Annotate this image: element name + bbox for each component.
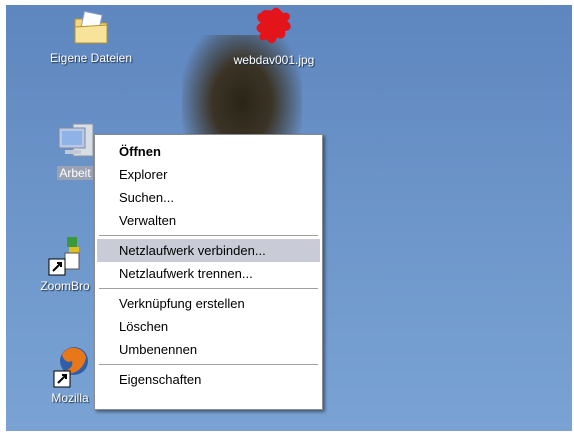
- menu-separator: [99, 235, 318, 236]
- menu-item-netzlaufwerk-trennen[interactable]: Netzlaufwerk trennen...: [97, 262, 320, 285]
- icon-label: Arbeit: [57, 166, 93, 180]
- menu-item-loeschen[interactable]: Löschen: [97, 315, 320, 338]
- icon-label: webdav001.jpg: [233, 53, 315, 67]
- icon-label: Eigene Dateien: [49, 51, 133, 65]
- desktop-icon-zoombrowser[interactable]: ZoomBro: [32, 233, 98, 295]
- zoombrowser-shortcut-icon: [48, 237, 80, 276]
- desktop-icon-eigene-dateien[interactable]: Eigene Dateien: [36, 9, 146, 67]
- menu-item-oeffnen[interactable]: Öffnen: [97, 140, 320, 163]
- image-file-icon: [256, 7, 291, 44]
- desktop-icon-webdav001[interactable]: webdav001.jpg: [212, 5, 336, 69]
- icon-label: ZoomBro: [40, 279, 90, 293]
- menu-item-netzlaufwerk-verbinden[interactable]: Netzlaufwerk verbinden...: [97, 239, 320, 262]
- menu-item-explorer[interactable]: Explorer: [97, 163, 320, 186]
- icon-label: Mozilla: [51, 391, 89, 405]
- desktop-icon-mozilla-firefox[interactable]: Mozilla: [42, 341, 98, 407]
- firefox-shortcut-icon: [53, 347, 88, 388]
- menu-item-verwalten[interactable]: Verwalten: [97, 209, 320, 232]
- menu-separator: [99, 364, 318, 365]
- folder-documents-icon: [74, 10, 108, 44]
- context-menu: Öffnen Explorer Suchen... Verwalten Netz…: [94, 134, 323, 410]
- menu-item-eigenschaften[interactable]: Eigenschaften: [97, 368, 320, 391]
- menu-separator: [99, 288, 318, 289]
- menu-item-suchen[interactable]: Suchen...: [97, 186, 320, 209]
- menu-item-umbenennen[interactable]: Umbenennen: [97, 338, 320, 361]
- computer-icon: [58, 123, 94, 157]
- menu-item-verknuepfung-erstellen[interactable]: Verknüpfung erstellen: [97, 292, 320, 315]
